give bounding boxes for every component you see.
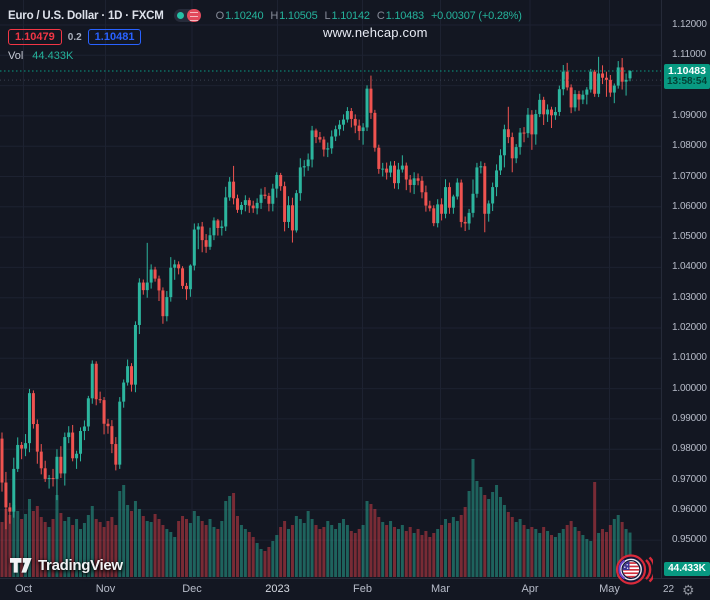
time-axis-month-label: Feb	[353, 583, 372, 595]
last-price-badge: 1.10483 13:58:54	[664, 64, 710, 89]
price-axis-label: 1.03000	[672, 292, 707, 303]
candlestick-chart[interactable]	[0, 0, 661, 578]
price-axis-label: 1.09000	[672, 110, 707, 121]
toggle-menu-icon	[187, 9, 201, 22]
price-axis-label: 1.01000	[672, 352, 707, 363]
change-value: +0.00307 (+0.28%)	[431, 10, 522, 22]
tradingview-mark-icon	[10, 558, 32, 573]
low-label: L	[325, 10, 331, 22]
open-value: 1.10240	[225, 10, 263, 22]
close-value: 1.10483	[386, 10, 424, 22]
buy-ask-button[interactable]: 1.10481	[88, 29, 142, 45]
price-axis-label: 1.02000	[672, 322, 707, 333]
price-axis-label: 1.04000	[672, 261, 707, 272]
time-axis-month-label: Mar	[431, 583, 450, 595]
chart-legend: Euro / U.S. Dollar · 1D · FXCM O1.10240 …	[8, 7, 522, 62]
axis-end-time: 22	[663, 584, 674, 595]
time-axis[interactable]: 22 ⚙ OctNovDec2023FebMarAprMay	[0, 578, 710, 600]
spread-value: 0.2	[68, 32, 82, 43]
time-axis-month-label: Nov	[96, 583, 116, 595]
price-axis-label: 1.06000	[672, 201, 707, 212]
low-value: 1.10142	[331, 10, 369, 22]
volume-value: 44.433K	[32, 50, 73, 62]
volume-label: Vol	[8, 50, 23, 62]
volume-axis-badge: 44.433K	[664, 562, 710, 576]
price-axis-label: 1.00000	[672, 383, 707, 394]
price-axis-label: 0.96000	[672, 504, 707, 515]
tradingview-logo[interactable]: TradingView	[10, 557, 123, 574]
symbol-title[interactable]: Euro / U.S. Dollar · 1D · FXCM	[8, 10, 164, 22]
time-axis-month-label: Oct	[15, 583, 32, 595]
open-label: O	[216, 10, 224, 22]
time-axis-year-label: 2023	[265, 583, 289, 595]
price-axis-label: 0.95000	[672, 534, 707, 545]
price-axis-label: 0.98000	[672, 443, 707, 454]
nehcap-logo-icon	[615, 554, 653, 585]
tradingview-logo-text: TradingView	[38, 557, 123, 574]
sell-bid-button[interactable]: 1.10479	[8, 29, 62, 45]
close-label: C	[377, 10, 385, 22]
tradingview-chart-window: www.nehcap.com Euro / U.S. Dollar · 1D ·…	[0, 0, 710, 600]
trade-panel-toggle[interactable]	[174, 9, 201, 22]
toggle-dot-icon	[177, 12, 184, 19]
price-axis-label: 0.99000	[672, 413, 707, 424]
price-axis[interactable]: 44.433K 1.120001.110001.100001.090001.08…	[661, 0, 710, 578]
price-axis-label: 0.97000	[672, 474, 707, 485]
price-axis-label: 1.07000	[672, 171, 707, 182]
high-value: 1.10505	[279, 10, 317, 22]
time-axis-month-label: Apr	[521, 583, 538, 595]
gear-icon[interactable]: ⚙	[682, 581, 695, 599]
time-axis-month-label: Dec	[182, 583, 202, 595]
price-axis-label: 1.05000	[672, 231, 707, 242]
price-axis-label: 1.08000	[672, 140, 707, 151]
bar-countdown: 13:58:54	[664, 77, 710, 87]
ohlc-readout: O1.10240 H1.10505 L1.10142 C1.10483 +0.0…	[216, 10, 522, 22]
price-axis-label: 1.12000	[672, 19, 707, 30]
price-axis-label: 1.11000	[672, 49, 706, 60]
high-label: H	[270, 10, 278, 22]
